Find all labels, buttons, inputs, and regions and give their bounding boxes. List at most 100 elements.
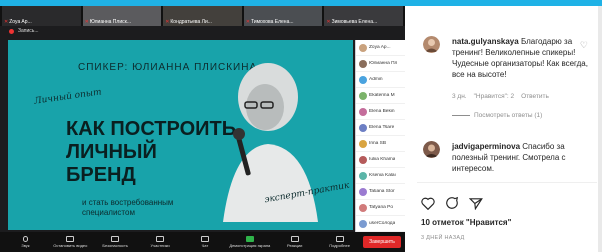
- posted-time: 3 ДНЕЙ НАЗАД: [421, 235, 465, 241]
- likes-count[interactable]: 10 отметок "Нравится": [421, 218, 511, 227]
- chat-button[interactable]: Чат: [184, 232, 227, 252]
- mic-muted-icon: ✕: [165, 19, 170, 25]
- video-tile[interactable]: ✕Zoya Ap...: [2, 6, 81, 26]
- screenshot-root: { "zoom": { "tiles": [ {"name": "Zoya Ap…: [0, 0, 602, 252]
- zoom-meeting-window: ✕Zoya Ap... ✕Юлианна Плиск... ✕Кондратье…: [0, 6, 405, 252]
- participant-name: Tatyana Po: [369, 205, 394, 210]
- avatar: [359, 91, 367, 100]
- instagram-comments-panel: nata.gulyanskaya Благодарю за тренинг! В…: [405, 6, 602, 252]
- stop-video-button[interactable]: Остановить видео: [49, 232, 92, 252]
- participant-video-strip: ✕Zoya Ap... ✕Юлианна Плиск... ✕Кондратье…: [0, 6, 405, 26]
- avatar[interactable]: [423, 36, 440, 53]
- participants-panel: Zoya Ap... Юлианна Пл Admin Ekaterina M …: [355, 40, 405, 240]
- avatar: [359, 219, 367, 228]
- avatar: [359, 139, 367, 148]
- participant-item[interactable]: Zoya Ap...: [356, 40, 405, 56]
- participant-item[interactable]: Irina SB: [356, 136, 405, 152]
- audio-button[interactable]: Звук: [4, 232, 47, 252]
- comment-text: nata.gulyanskaya Благодарю за тренинг! В…: [452, 36, 592, 80]
- participant-name: Iuliia Khama: [369, 157, 396, 162]
- participant-item[interactable]: Юлианна Пл: [356, 56, 405, 72]
- slide-subtitle: и стать востребованным специалистом: [82, 198, 174, 217]
- participant-item[interactable]: Tatiana Stor: [356, 184, 405, 200]
- tile-name: Кондратьева Ли...: [170, 19, 212, 25]
- comment-likes[interactable]: "Нравится": 2: [474, 93, 515, 100]
- mic-muted-icon: ✕: [326, 19, 331, 25]
- comment-username[interactable]: nata.gulyanskaya: [452, 37, 519, 46]
- avatar[interactable]: [423, 141, 440, 158]
- participant-name: userCолода: [369, 221, 396, 226]
- avatar: [359, 155, 367, 164]
- people-icon: [156, 236, 165, 242]
- comment-like-heart-icon[interactable]: ♡: [580, 40, 588, 51]
- video-tile[interactable]: ✕Кондратьева Ли...: [163, 6, 242, 26]
- share-screen-button[interactable]: Демонстрация экрана: [228, 232, 271, 252]
- smiley-icon: [290, 236, 299, 242]
- comment-username[interactable]: jadvigaperminova: [452, 142, 520, 151]
- participant-item[interactable]: Ksenia Kalai: [356, 168, 405, 184]
- shield-icon: [111, 236, 120, 242]
- participant-name: Юлианна Пл: [369, 61, 398, 66]
- participant-item[interactable]: Tatyana Po: [356, 200, 405, 216]
- tile-name: Зимовьева Елена...: [331, 19, 378, 25]
- view-replies-link[interactable]: Посмотреть ответы (1): [452, 112, 542, 119]
- tile-name: Юлианна Плиск...: [89, 19, 131, 25]
- heart-icon[interactable]: [421, 197, 435, 210]
- avatar: [359, 187, 367, 196]
- tile-name: Тимохова Елена...: [250, 19, 294, 25]
- participant-name: Elena Tsare: [369, 125, 395, 130]
- avatar: [359, 107, 367, 116]
- video-tile[interactable]: ✕Юлианна Плиск...: [82, 6, 162, 26]
- participants-button[interactable]: Участники: [139, 232, 182, 252]
- mic-muted-icon: ✕: [245, 19, 250, 25]
- end-meeting-button[interactable]: Завершить: [363, 236, 401, 248]
- slide-handwritten-left: Личный опыт: [33, 87, 103, 107]
- participant-item[interactable]: userCолода: [356, 216, 405, 232]
- avatar: [359, 123, 367, 132]
- avatar: [359, 171, 367, 180]
- participant-name: Irina SB: [369, 141, 387, 146]
- participant-item[interactable]: Elena Tsare: [356, 120, 405, 136]
- participant-name: Zoya Ap...: [369, 45, 391, 50]
- more-button[interactable]: Подробнее: [318, 232, 361, 252]
- video-tile[interactable]: ✕Тимохова Елена...: [243, 6, 323, 26]
- video-tile[interactable]: ✕Зимовьева Елена...: [324, 6, 403, 26]
- participant-name: Ekaterina M: [369, 93, 395, 98]
- avatar: [359, 203, 367, 212]
- participant-item[interactable]: Iuliia Khama: [356, 152, 405, 168]
- avatar: [359, 59, 367, 68]
- scrollbar[interactable]: [598, 6, 602, 252]
- comment-text: jadvigaperminova Спасибо за полезный тре…: [452, 141, 592, 174]
- participant-item[interactable]: Ekaterina M: [356, 88, 405, 104]
- mic-muted-icon: ✕: [84, 19, 89, 25]
- more-dots-icon: [335, 236, 344, 242]
- participant-item[interactable]: Admin: [356, 72, 405, 88]
- chat-icon: [200, 236, 209, 242]
- record-dot-icon: [9, 29, 14, 34]
- participant-item[interactable]: Elena Bekin: [356, 104, 405, 120]
- comment-icon[interactable]: [445, 196, 459, 210]
- share-screen-icon: [245, 236, 254, 242]
- tile-name: Zoya Ap...: [9, 19, 32, 25]
- divider-line: [452, 115, 470, 116]
- recording-label: Запись...: [18, 28, 39, 34]
- avatar: [359, 75, 367, 84]
- microphone-icon: [22, 236, 28, 242]
- mic-muted-icon: ✕: [4, 19, 9, 25]
- reply-link[interactable]: Ответить: [521, 93, 549, 100]
- post-actions: [421, 196, 483, 210]
- meeting-toolbar: Звук Остановить видео Безопасность Участ…: [0, 232, 405, 252]
- participant-name: Elena Bekin: [369, 109, 395, 114]
- avatar: [359, 43, 367, 52]
- camera-icon: [66, 236, 75, 242]
- participant-name: Tatiana Stor: [369, 189, 395, 194]
- participant-name: Ksenia Kalai: [369, 173, 396, 178]
- reactions-button[interactable]: Реакции: [273, 232, 316, 252]
- share-icon[interactable]: [469, 197, 483, 210]
- recording-indicator[interactable]: Запись...: [0, 26, 405, 38]
- shared-slide: СПИКЕР: ЮЛИАННА ПЛИСКИНА Личный опыт КАК…: [8, 40, 353, 230]
- participant-name: Admin: [369, 77, 383, 82]
- comment-time: 3 дн.: [452, 93, 467, 100]
- security-button[interactable]: Безопасность: [94, 232, 137, 252]
- slide-title: КАК ПОСТРОИТЬ ЛИЧНЫЙ БРЕНД: [66, 118, 237, 186]
